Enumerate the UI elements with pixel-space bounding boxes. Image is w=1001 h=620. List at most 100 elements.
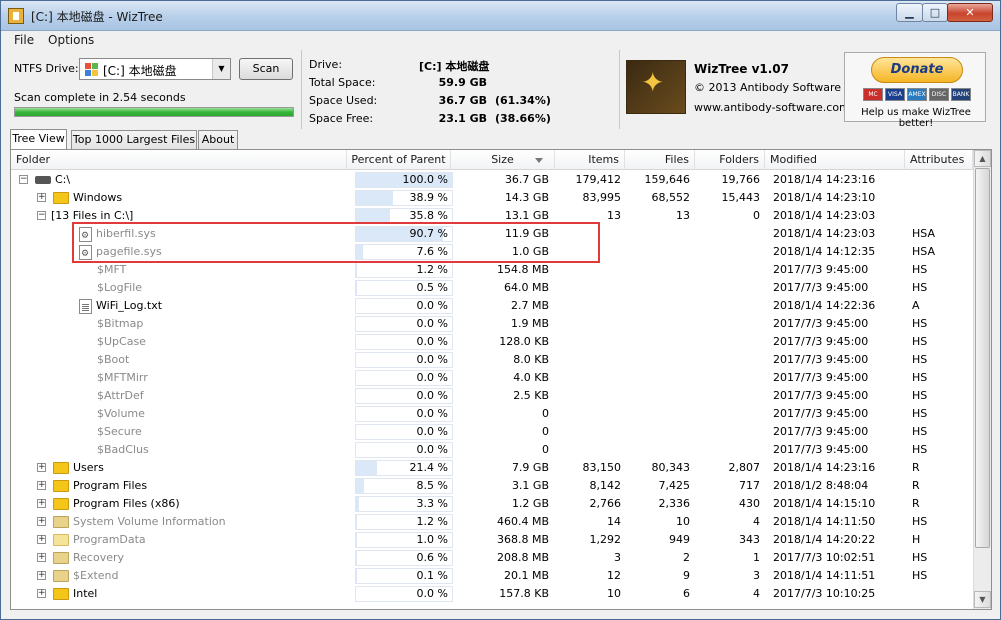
tab-about[interactable]: About xyxy=(198,130,238,149)
size-cell: 4.0 KB xyxy=(513,371,549,384)
scroll-thumb[interactable] xyxy=(975,168,990,548)
close-button[interactable]: ✕ xyxy=(947,3,993,22)
stat-used-value: 36.7 GB xyxy=(438,94,487,107)
menu-options[interactable]: Options xyxy=(48,33,94,47)
size-cell: 3.1 GB xyxy=(511,479,549,492)
donate-panel[interactable]: Donate MC VISA AMEX DISC BANK Help us ma… xyxy=(844,52,986,129)
modified-cell: 2018/1/4 14:23:03 xyxy=(773,227,876,240)
items-cell: 14 xyxy=(607,515,621,528)
table-row[interactable]: + $Extend 0.1 % 20.1 MB 12 9 3 2018/1/4 14:11:5… xyxy=(11,567,973,585)
scroll-down-button[interactable]: ▼ xyxy=(974,591,991,608)
chevron-down-icon[interactable]: ▼ xyxy=(212,59,230,79)
table-row[interactable]: $Volume 0.0 % 0 2017/7/3 9:45:00 HS xyxy=(11,405,973,423)
table-row[interactable]: − [13 Files in C:\] 35.8 % 13.1 GB 13 13 0 2018… xyxy=(11,207,973,225)
maximize-button[interactable]: □ xyxy=(922,3,948,22)
expand-icon[interactable]: + xyxy=(37,499,46,508)
expand-icon[interactable]: + xyxy=(37,535,46,544)
attributes-cell: HS xyxy=(912,371,928,384)
collapse-icon[interactable]: − xyxy=(37,211,46,220)
expand-icon[interactable]: + xyxy=(37,463,46,472)
row-name-cell: + Users xyxy=(11,459,347,477)
title-bar[interactable]: [C:] 本地磁盘 - WizTree ▁ □ ✕ xyxy=(1,1,1000,31)
scan-button[interactable]: Scan xyxy=(239,58,293,80)
attributes-cell xyxy=(912,171,972,189)
table-row[interactable]: + Recovery 0.6 % 208.8 MB 3 2 1 2017/7/3 10:02:… xyxy=(11,549,973,567)
row-name: $Boot xyxy=(97,353,130,366)
table-row[interactable]: − C:\ 100.0 % 36.7 GB 179,412 159,646 19,766 20… xyxy=(11,171,973,189)
percent-bar: 0.0 % xyxy=(355,370,453,386)
expand-icon[interactable]: + xyxy=(37,193,46,202)
col-files[interactable]: Files xyxy=(625,150,695,170)
table-row[interactable]: pagefile.sys 7.6 % 1.0 GB 2018/1/4 14:12:35… xyxy=(11,243,973,261)
folders-cell: 343 xyxy=(739,533,760,546)
table-row[interactable]: $BadClus 0.0 % 0 2017/7/3 9:45:00 HS xyxy=(11,441,973,459)
table-row[interactable]: + Intel 0.0 % 157.8 KB 10 6 4 2017/7/3 10:10:25 xyxy=(11,585,973,603)
files-cell xyxy=(627,225,690,243)
discover-icon: DISC xyxy=(929,88,949,101)
table-row[interactable]: $MFTMirr 0.0 % 4.0 KB 2017/7/3 9:45:00 HS xyxy=(11,369,973,387)
stat-total: Total Space: 59.9 GB xyxy=(309,76,619,94)
col-folders[interactable]: Folders xyxy=(695,150,765,170)
table-row[interactable]: hiberfil.sys 90.7 % 11.9 GB 2018/1/4 14:23:… xyxy=(11,225,973,243)
percent-bar: 0.0 % xyxy=(355,424,453,440)
expand-icon[interactable]: + xyxy=(37,553,46,562)
expand-icon[interactable]: + xyxy=(37,517,46,526)
attributes-cell: R xyxy=(912,479,920,492)
system-file-icon xyxy=(79,227,92,243)
amex-icon: AMEX xyxy=(907,88,927,101)
files-cell xyxy=(627,405,690,423)
drive-select[interactable]: [C:] 本地磁盘 ▼ xyxy=(79,58,231,80)
stat-used: Space Used: 36.7 GB (61.34%) xyxy=(309,94,619,112)
percent-value: 1.2 % xyxy=(416,515,448,528)
tab-tree-view[interactable]: Tree View xyxy=(10,129,67,149)
table-row[interactable]: $LogFile 0.5 % 64.0 MB 2017/7/3 9:45:00 HS xyxy=(11,279,973,297)
row-name: pagefile.sys xyxy=(96,245,162,258)
folder-tree-list[interactable]: Folder Percent of Parent Size Items File… xyxy=(10,149,992,610)
table-row[interactable]: $AttrDef 0.0 % 2.5 KB 2017/7/3 9:45:00 HS xyxy=(11,387,973,405)
percent-bar-fill xyxy=(356,263,358,277)
table-row[interactable]: + Program Files (x86) 3.3 % 1.2 GB 2,766 2,33… xyxy=(11,495,973,513)
row-name: $Bitmap xyxy=(97,317,144,330)
expand-icon[interactable]: + xyxy=(37,571,46,580)
folders-cell xyxy=(697,315,760,333)
attributes-cell: R xyxy=(912,497,920,510)
tab-top-1000[interactable]: Top 1000 Largest Files xyxy=(71,130,197,149)
table-row[interactable]: $Boot 0.0 % 8.0 KB 2017/7/3 9:45:00 HS xyxy=(11,351,973,369)
col-percent[interactable]: Percent of Parent xyxy=(347,150,451,170)
row-name: Users xyxy=(73,461,104,474)
drive-icon xyxy=(85,63,98,76)
table-row[interactable]: + System Volume Information 1.2 % 460.4 MB 1… xyxy=(11,513,973,531)
column-header: Folder Percent of Parent Size Items File… xyxy=(11,150,973,170)
items-cell xyxy=(557,297,621,315)
row-name: [13 Files in C:\] xyxy=(51,209,134,222)
table-row[interactable]: $UpCase 0.0 % 128.0 KB 2017/7/3 9:45:00 HS xyxy=(11,333,973,351)
vertical-scrollbar[interactable]: ▲ ▼ xyxy=(973,150,991,609)
table-row[interactable]: + ProgramData 1.0 % 368.8 MB 1,292 949 343 2018… xyxy=(11,531,973,549)
size-cell: 368.8 MB xyxy=(496,533,549,546)
table-row[interactable]: + Users 21.4 % 7.9 GB 83,150 80,343 2,807 2018/… xyxy=(11,459,973,477)
website-link[interactable]: www.antibody-software.com xyxy=(694,101,850,114)
col-folder[interactable]: Folder xyxy=(11,150,347,170)
expand-icon[interactable]: + xyxy=(37,589,46,598)
percent-bar: 3.3 % xyxy=(355,496,453,512)
table-row[interactable]: WiFi_Log.txt 0.0 % 2.7 MB 2018/1/4 14:22:36… xyxy=(11,297,973,315)
menu-file[interactable]: File xyxy=(14,33,34,47)
collapse-icon[interactable]: − xyxy=(19,175,28,184)
col-items[interactable]: Items xyxy=(555,150,625,170)
row-name-cell: + System Volume Information xyxy=(11,513,347,531)
expand-icon[interactable]: + xyxy=(37,481,46,490)
col-attributes[interactable]: Attributes xyxy=(905,150,973,170)
table-row[interactable]: $Bitmap 0.0 % 1.9 MB 2017/7/3 9:45:00 HS xyxy=(11,315,973,333)
percent-value: 3.3 % xyxy=(416,497,448,510)
donate-button[interactable]: Donate xyxy=(871,57,963,83)
minimize-button[interactable]: ▁ xyxy=(896,3,923,22)
table-row[interactable]: + Program Files 8.5 % 3.1 GB 8,142 7,425 717 20… xyxy=(11,477,973,495)
scroll-up-button[interactable]: ▲ xyxy=(974,150,991,167)
files-cell: 10 xyxy=(676,515,690,528)
table-row[interactable]: $MFT 1.2 % 154.8 MB 2017/7/3 9:45:00 HS xyxy=(11,261,973,279)
col-modified[interactable]: Modified xyxy=(765,150,905,170)
row-name-cell: $BadClus xyxy=(11,441,347,459)
table-row[interactable]: + Windows 38.9 % 14.3 GB 83,995 68,552 15,443 2… xyxy=(11,189,973,207)
stat-drive-label: Drive: xyxy=(309,58,343,71)
table-row[interactable]: $Secure 0.0 % 0 2017/7/3 9:45:00 HS xyxy=(11,423,973,441)
